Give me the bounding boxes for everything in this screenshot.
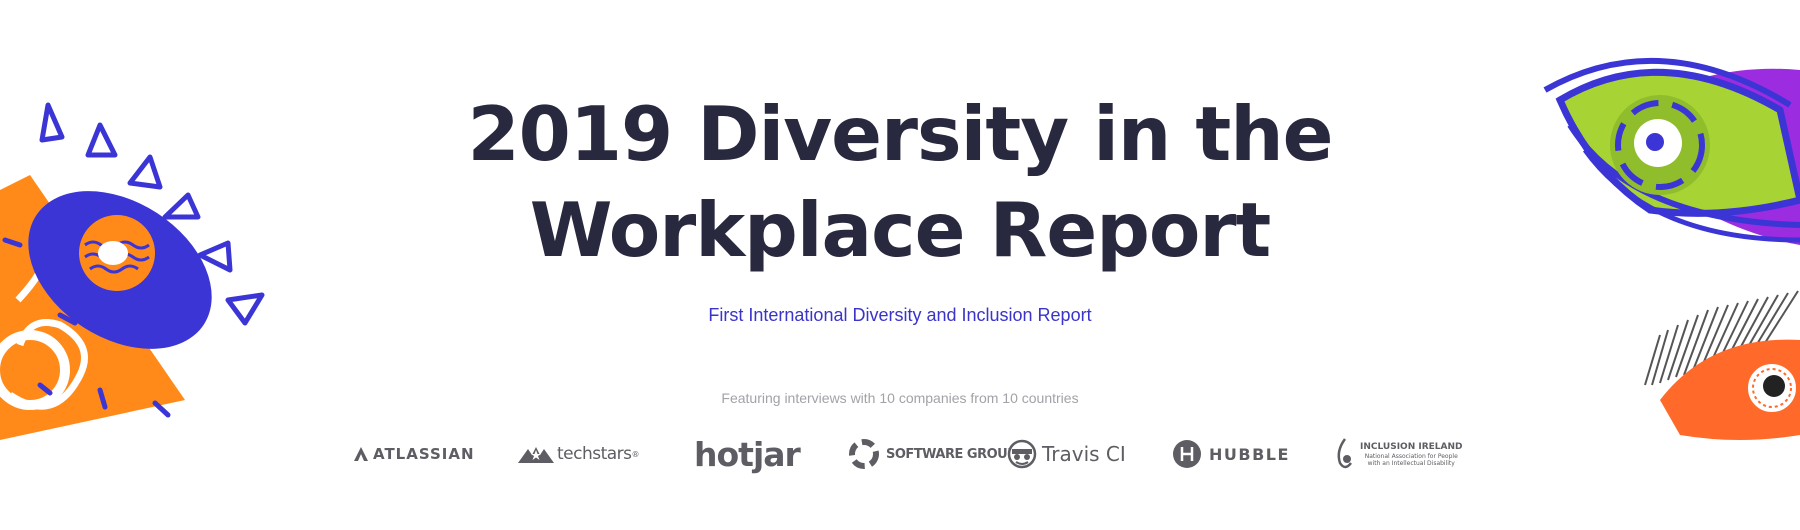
inclusion-ireland-logo: INCLUSION IRELAND National Association f…	[1334, 428, 1463, 480]
atlassian-logo-icon	[354, 447, 368, 461]
hubble-logo-icon	[1173, 440, 1201, 468]
inclusion-ireland-name: INCLUSION IRELAND	[1360, 441, 1463, 452]
travis-ci-logo-icon	[1007, 439, 1037, 469]
travis-ci-name: Travis CI	[1042, 442, 1126, 466]
hubble-logo: HUBBLE	[1172, 428, 1290, 480]
techstars-name: techstars	[557, 444, 632, 464]
featuring-text: Featuring interviews with 10 companies f…	[721, 390, 1079, 406]
techstars-registered-mark: ®	[631, 449, 640, 459]
partner-logos: ATLASSIAN techstars ® hotjar SOFTWARE GRO…	[0, 428, 1800, 480]
inclusion-ireland-logo-icon	[1337, 438, 1352, 469]
software-group-logo: SOFTWARE GROUP	[847, 428, 1017, 480]
hotjar-name: hotjar	[694, 434, 801, 474]
page-subtitle: First International Diversity and Inclus…	[708, 305, 1092, 325]
page-title: 2019 Diversity in the Workplace Report	[0, 86, 1800, 278]
inclusion-ireland-tagline-line-2: with an Intellectual Disability	[1367, 459, 1455, 467]
travis-ci-logo: Travis CI	[1006, 428, 1126, 480]
atlassian-name: ATLASSIAN	[373, 445, 475, 463]
techstars-logo-icon	[518, 447, 554, 463]
title-line-1: 2019 Diversity in the	[467, 90, 1333, 178]
techstars-logo: techstars ®	[518, 428, 640, 480]
hotjar-logo: hotjar	[694, 428, 801, 480]
atlassian-logo: ATLASSIAN	[354, 428, 475, 480]
software-group-name-line-1: SOFTWARE	[886, 446, 963, 462]
inclusion-ireland-tagline-line-1: National Association for People	[1364, 452, 1458, 460]
title-line-2: Workplace Report	[529, 186, 1272, 274]
software-group-logo-icon	[849, 439, 879, 469]
hubble-name: HUBBLE	[1209, 444, 1290, 464]
